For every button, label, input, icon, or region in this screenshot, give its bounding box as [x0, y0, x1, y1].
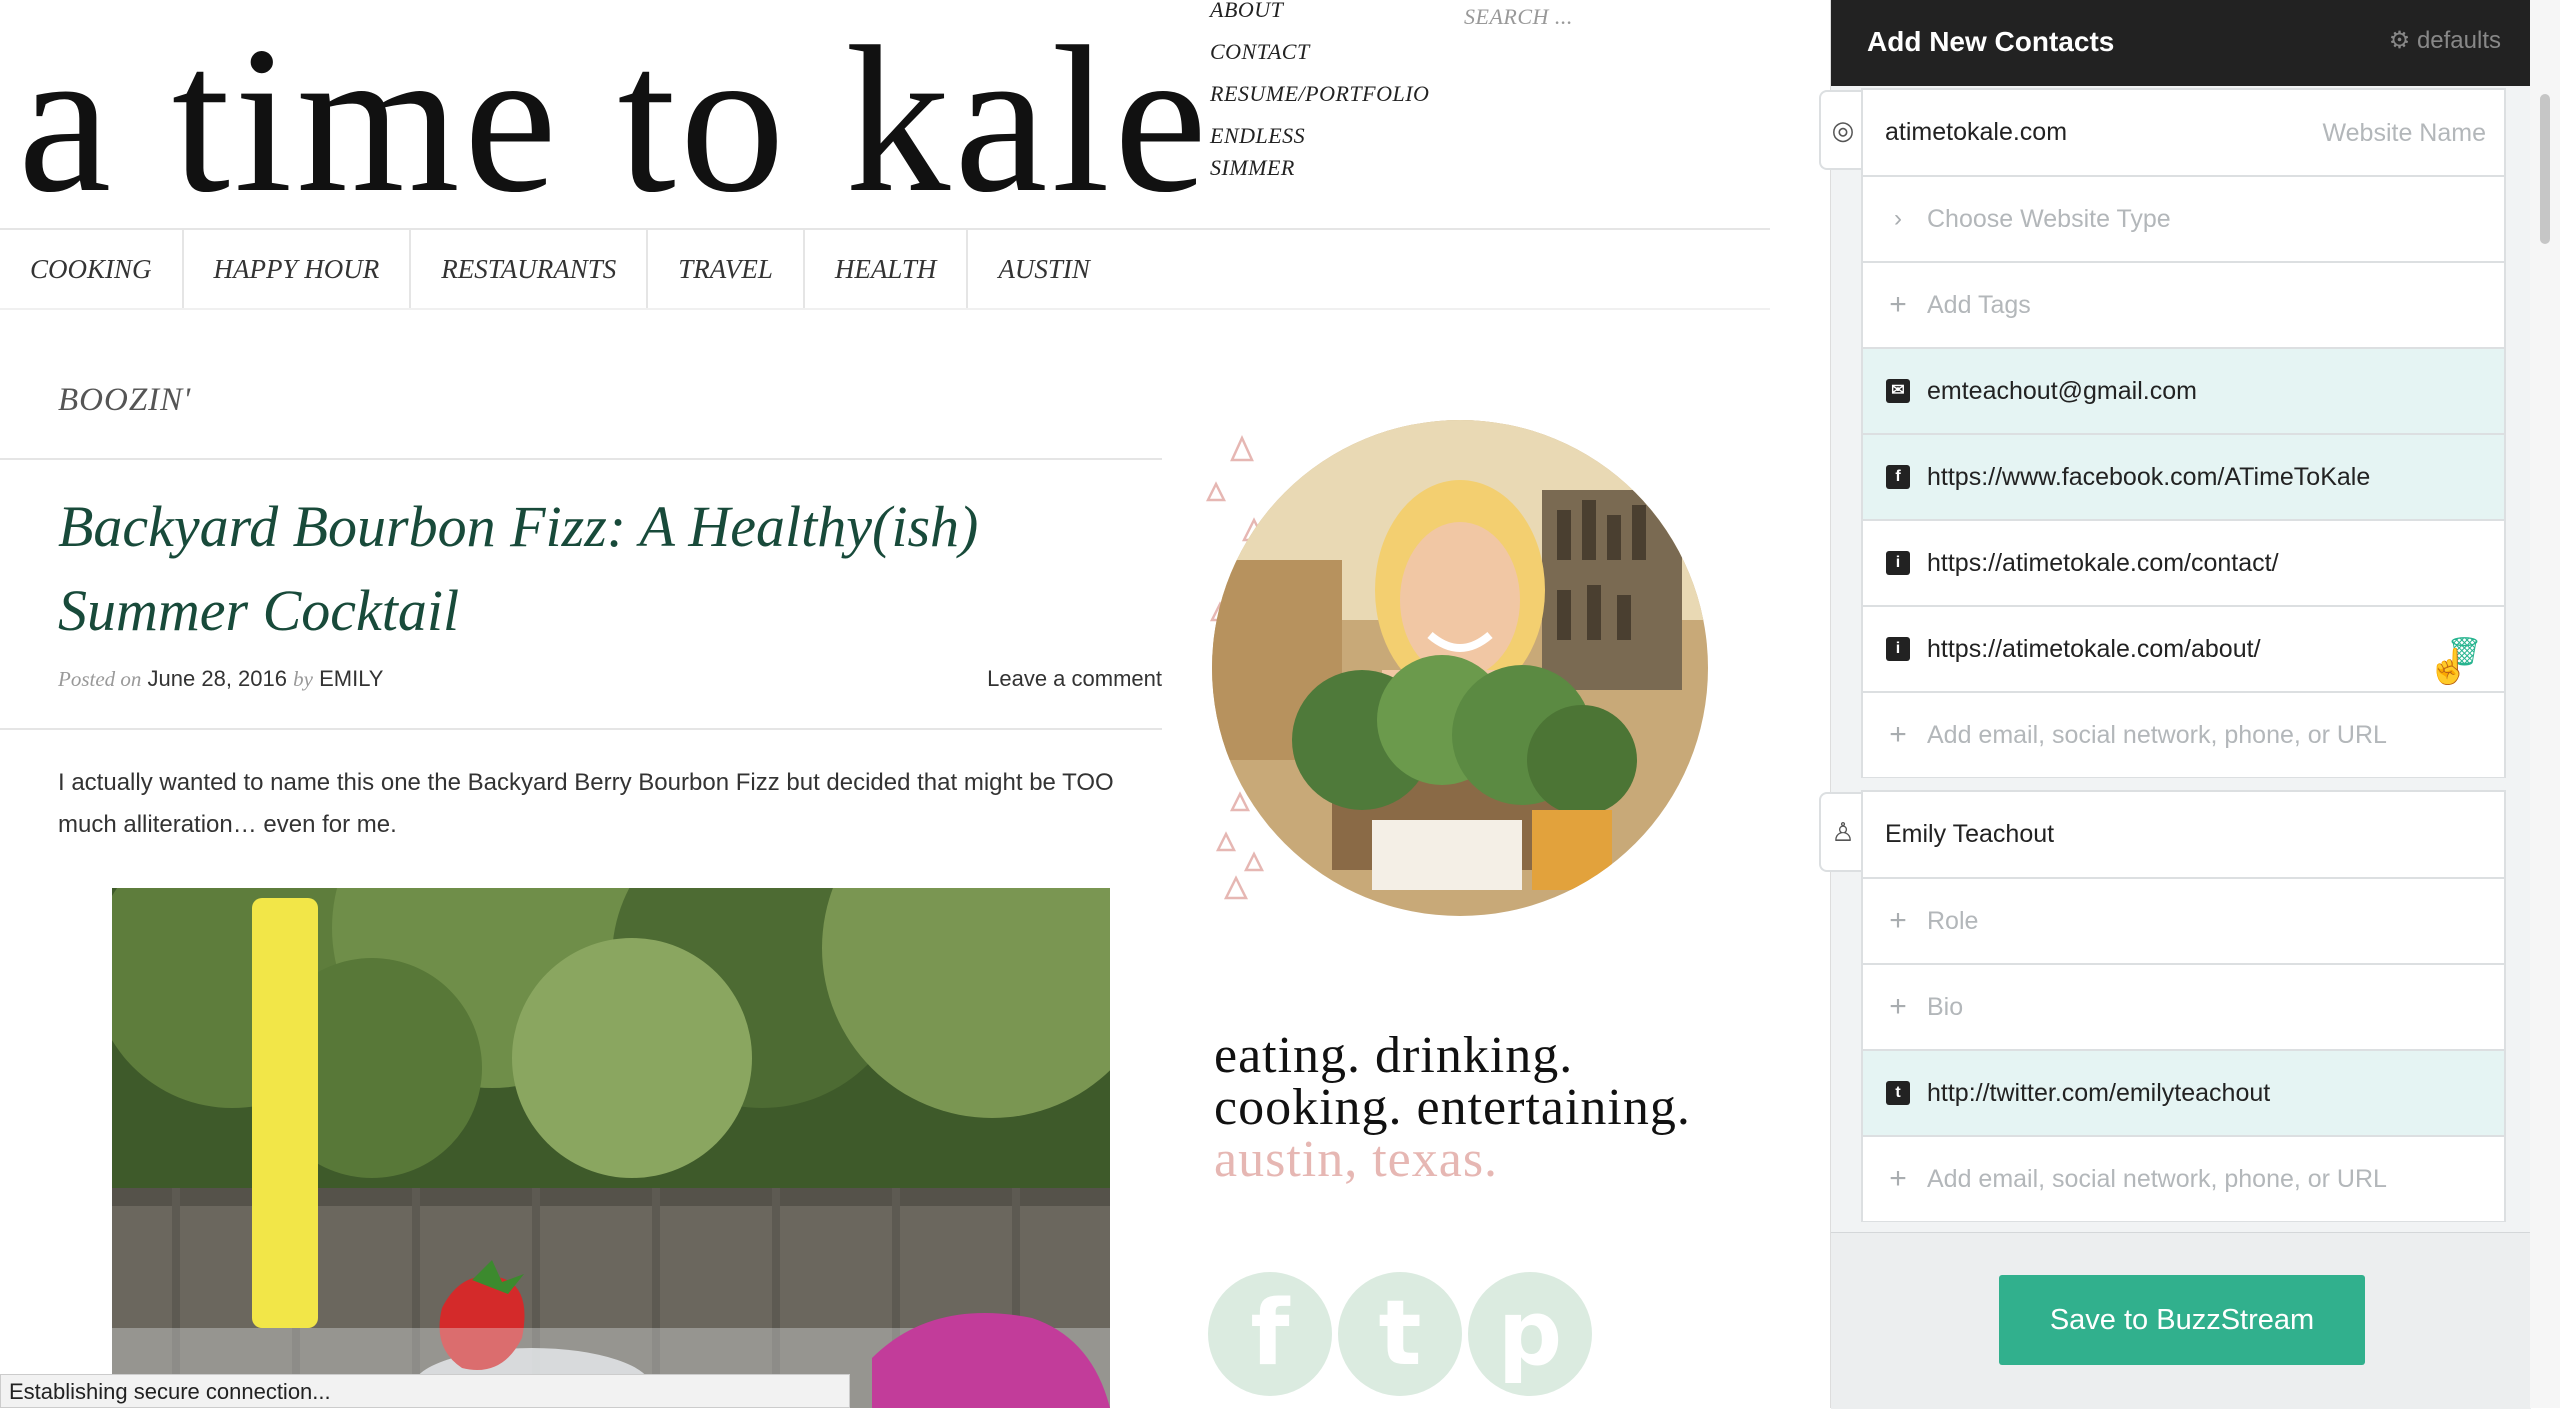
globe-icon: ◎: [1831, 114, 1855, 145]
defaults-button[interactable]: ⚙ defaults: [2389, 26, 2501, 55]
category-austin[interactable]: AUSTIN: [968, 230, 1120, 308]
category-happy-hour[interactable]: HAPPY HOUR: [184, 230, 412, 308]
top-nav: ABOUT CONTACT RESUME/PORTFOLIO ENDLESS S…: [1210, 0, 1470, 194]
post-title[interactable]: Backyard Bourbon Fizz: A Healthy(ish) Su…: [58, 485, 1118, 653]
browser-status-bar: Establishing secure connection...: [0, 1374, 850, 1408]
plus-icon: +: [1889, 1162, 1907, 1195]
category-travel[interactable]: TRAVEL: [648, 230, 805, 308]
hand-cursor-icon: ☝: [2427, 648, 2470, 686]
website-card: atimetokale.com Website Name › Choose We…: [1861, 88, 2506, 778]
nav-about[interactable]: ABOUT: [1210, 0, 1470, 26]
contact-link-row[interactable]: f https://www.facebook.com/ATimeToKale: [1861, 434, 2506, 520]
by-label: by: [293, 667, 313, 691]
tagline-line-2: cooking. entertaining.: [1214, 1079, 1691, 1136]
info-icon: i: [1885, 636, 1911, 662]
post-excerpt: I actually wanted to name this one the B…: [58, 769, 1114, 838]
person-card: Emily Teachout + Role + Bio t http://twi…: [1861, 790, 2506, 1222]
twitter-icon: t: [1885, 1080, 1911, 1106]
divider: [0, 308, 1770, 310]
post-date[interactable]: June 28, 2016: [148, 666, 287, 691]
add-link-label: Add email, social network, phone, or URL: [1927, 720, 2387, 749]
search-input[interactable]: SEARCH ...: [1464, 4, 1573, 30]
divider: [0, 458, 1162, 460]
divider: [0, 728, 1162, 730]
contact-link-row[interactable]: i https://atimetokale.com/contact/: [1861, 520, 2506, 606]
person-tab[interactable]: ♙: [1819, 792, 1865, 872]
plus-icon: +: [1889, 904, 1907, 937]
social-links: f t p: [1208, 1272, 1592, 1396]
website-name-field[interactable]: Website Name: [2323, 90, 2487, 176]
nav-resume-portfolio[interactable]: RESUME/PORTFOLIO: [1210, 78, 1470, 110]
person-icon: ♙: [1831, 816, 1855, 847]
panel-title: Add New Contacts: [1867, 26, 2115, 57]
contact-link-row[interactable]: i https://atimetokale.com/about/ 🗑 ☝: [1861, 606, 2506, 692]
add-tags-label: Add Tags: [1927, 290, 2031, 319]
tagline-line-3: austin, texas.: [1214, 1131, 1499, 1188]
posted-on-label: Posted on: [58, 667, 142, 691]
post-meta: Posted on June 28, 2016 by EMILY: [58, 666, 383, 692]
website-type-label: Choose Website Type: [1927, 204, 2171, 233]
facebook-icon[interactable]: f: [1208, 1272, 1332, 1396]
website-url-field[interactable]: atimetokale.com Website Name: [1861, 88, 2506, 176]
category-heading: BOOZIN': [58, 382, 192, 418]
plus-icon: +: [1889, 718, 1907, 751]
add-link-field[interactable]: + Add email, social network, phone, or U…: [1861, 692, 2506, 778]
add-contacts-panel: Add New Contacts ⚙ defaults ◎ atimetokal…: [1819, 0, 2531, 1409]
add-tags-field[interactable]: + Add Tags: [1861, 262, 2506, 348]
contact-link-value[interactable]: https://atimetokale.com/contact/: [1927, 549, 2279, 578]
add-link-field[interactable]: + Add email, social network, phone, or U…: [1861, 1136, 2506, 1222]
category-cooking[interactable]: COOKING: [0, 230, 184, 308]
category-health[interactable]: HEALTH: [805, 230, 969, 308]
contact-link-row[interactable]: ✉ emteachout@gmail.com: [1861, 348, 2506, 434]
nav-contact[interactable]: CONTACT: [1210, 36, 1470, 68]
author-photo: [1212, 420, 1708, 916]
contact-link-value[interactable]: emteachout@gmail.com: [1927, 377, 2197, 406]
post-image: [112, 888, 1110, 1408]
plus-icon: +: [1889, 990, 1907, 1023]
blog-page: a time to kale ABOUT CONTACT RESUME/PORT…: [0, 0, 1830, 1408]
scrollbar-thumb[interactable]: [2540, 94, 2550, 244]
category-nav: COOKING HAPPY HOUR RESTAURANTS TRAVEL HE…: [0, 230, 1120, 308]
category-restaurants[interactable]: RESTAURANTS: [411, 230, 649, 308]
contact-link-row[interactable]: t http://twitter.com/emilyteachout: [1861, 1050, 2506, 1136]
add-link-label: Add email, social network, phone, or URL: [1927, 1164, 2387, 1193]
contact-link-value[interactable]: https://www.facebook.com/ATimeToKale: [1927, 463, 2370, 492]
leave-comment-link[interactable]: Leave a comment: [987, 666, 1162, 692]
nav-endless-simmer[interactable]: ENDLESS SIMMER: [1210, 120, 1330, 184]
contact-link-value[interactable]: http://twitter.com/emilyteachout: [1927, 1079, 2270, 1108]
bio-label: Bio: [1927, 992, 1964, 1021]
website-tab[interactable]: ◎: [1819, 90, 1865, 170]
save-to-buzzstream-button[interactable]: Save to BuzzStream: [1999, 1275, 2365, 1365]
plus-icon: +: [1889, 288, 1907, 321]
mail-icon: ✉: [1885, 378, 1911, 404]
twitter-icon[interactable]: t: [1338, 1272, 1462, 1396]
post-author[interactable]: EMILY: [319, 666, 383, 691]
role-field[interactable]: + Role: [1861, 878, 2506, 964]
contact-link-value[interactable]: https://atimetokale.com/about/: [1927, 635, 2261, 664]
website-url-value: atimetokale.com: [1885, 118, 2068, 146]
role-label: Role: [1927, 906, 1979, 935]
person-name-value: Emily Teachout: [1885, 820, 2055, 848]
pinterest-icon[interactable]: p: [1468, 1272, 1592, 1396]
person-name-field[interactable]: Emily Teachout: [1861, 790, 2506, 878]
site-tagline: eating. drinking. cooking. entertaining.…: [1214, 1030, 1691, 1186]
panel-footer: Save to BuzzStream: [1831, 1232, 2531, 1409]
defaults-label: defaults: [2416, 27, 2501, 54]
website-type-select[interactable]: › Choose Website Type: [1861, 176, 2506, 262]
scrollbar[interactable]: [2530, 0, 2560, 1408]
facebook-icon: f: [1885, 464, 1911, 490]
site-logo[interactable]: a time to kale: [18, 10, 1211, 230]
chevron-right-icon: ›: [1894, 205, 1902, 232]
info-icon: i: [1885, 550, 1911, 576]
tagline-line-1: eating. drinking.: [1214, 1027, 1574, 1084]
gear-icon: ⚙: [2388, 27, 2411, 54]
bio-field[interactable]: + Bio: [1861, 964, 2506, 1050]
panel-header: Add New Contacts ⚙ defaults: [1831, 0, 2531, 86]
